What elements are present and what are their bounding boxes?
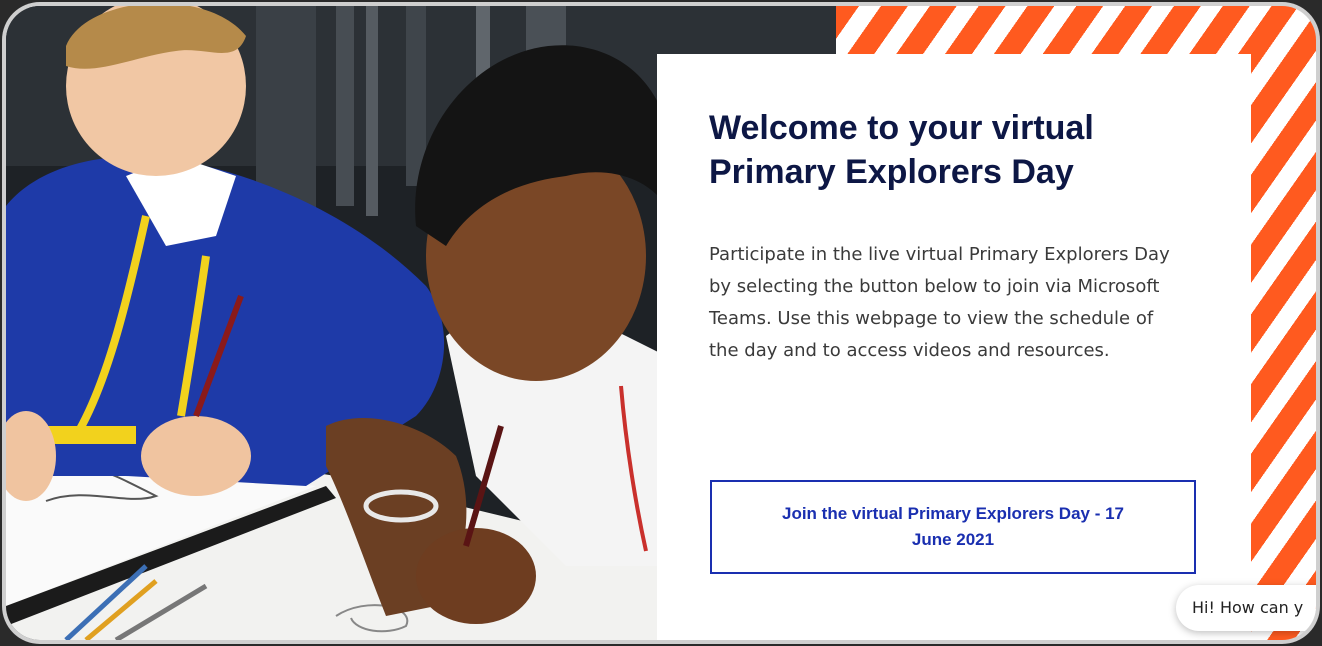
join-button-label-line-2: June 2021 bbox=[911, 530, 995, 549]
join-button-label-line-1: Join the virtual Primary Explorers Day -… bbox=[781, 504, 1125, 523]
intro-paragraph: Participate in the live virtual Primary … bbox=[709, 244, 1170, 361]
page-title: Welcome to your virtual Primary Explorer… bbox=[709, 106, 1209, 194]
page-title-line-2: Primary Explorers Day bbox=[709, 153, 1074, 191]
screenshot-frame: Welcome to your virtual Primary Explorer… bbox=[6, 6, 1316, 640]
join-event-button[interactable]: Join the virtual Primary Explorers Day -… bbox=[710, 480, 1196, 574]
chat-greeting-bubble[interactable]: Hi! How can y bbox=[1176, 585, 1316, 631]
page-title-line-1: Welcome to your virtual bbox=[709, 109, 1094, 147]
welcome-card: Welcome to your virtual Primary Explorer… bbox=[657, 54, 1251, 640]
